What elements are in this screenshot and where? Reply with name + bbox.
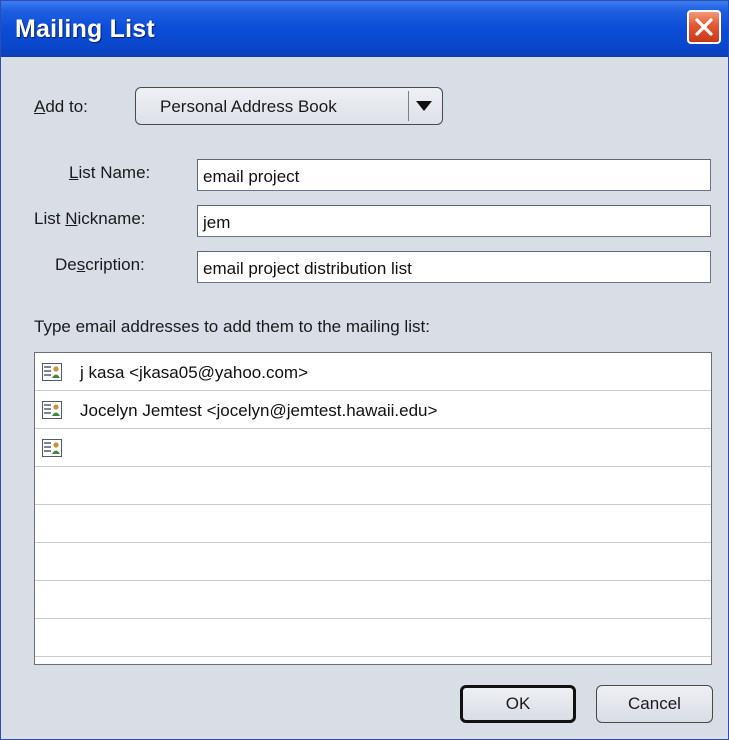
list-item[interactable]: j kasa <jkasa05@yahoo.com>: [35, 353, 711, 391]
member-list[interactable]: j kasa <jkasa05@yahoo.com> Jocelyn Jemte…: [34, 352, 712, 665]
list-name-label: List Name:: [69, 163, 151, 182]
empty-row[interactable]: [35, 505, 711, 543]
empty-row[interactable]: [35, 467, 711, 505]
address-book-dropdown[interactable]: Personal Address Book: [135, 87, 443, 125]
title-bar[interactable]: Mailing List: [1, 1, 728, 57]
list-item[interactable]: Jocelyn Jemtest <jocelyn@jemtest.hawaii.…: [35, 391, 711, 429]
list-nickname-value: jem: [203, 213, 231, 232]
add-to-label: Add to:: [34, 97, 88, 116]
address-card-icon: [42, 439, 62, 457]
list-name-input[interactable]: email project: [197, 159, 711, 191]
address-book-selected: Personal Address Book: [160, 97, 337, 116]
list-nickname-input[interactable]: jem: [197, 205, 711, 237]
list-item[interactable]: [35, 429, 711, 467]
empty-row[interactable]: [35, 619, 711, 657]
empty-row[interactable]: [35, 581, 711, 619]
dialog-title: Mailing List: [15, 15, 155, 43]
address-card-icon: [42, 363, 62, 381]
description-value: email project distribution list: [203, 259, 412, 278]
ok-button[interactable]: OK: [460, 685, 576, 723]
member-entry: j kasa <jkasa05@yahoo.com>: [80, 363, 308, 382]
cancel-button[interactable]: Cancel: [596, 685, 713, 723]
list-name-value: email project: [203, 167, 300, 186]
empty-row[interactable]: [35, 543, 711, 581]
list-nickname-label: List Nickname:: [34, 209, 146, 228]
member-entry: Jocelyn Jemtest <jocelyn@jemtest.hawaii.…: [80, 401, 438, 420]
address-card-icon: [42, 401, 62, 419]
instructions-text: Type email addresses to add them to the …: [34, 317, 430, 336]
description-input[interactable]: email project distribution list: [197, 251, 711, 283]
description-label: Description:: [55, 255, 145, 274]
close-x-icon: [695, 18, 713, 36]
dropdown-separator: [408, 91, 409, 121]
mailing-list-dialog: Mailing List Add to: Personal Address Bo…: [0, 0, 729, 740]
dropdown-arrow-icon[interactable]: [415, 100, 433, 112]
close-button[interactable]: [687, 10, 721, 44]
